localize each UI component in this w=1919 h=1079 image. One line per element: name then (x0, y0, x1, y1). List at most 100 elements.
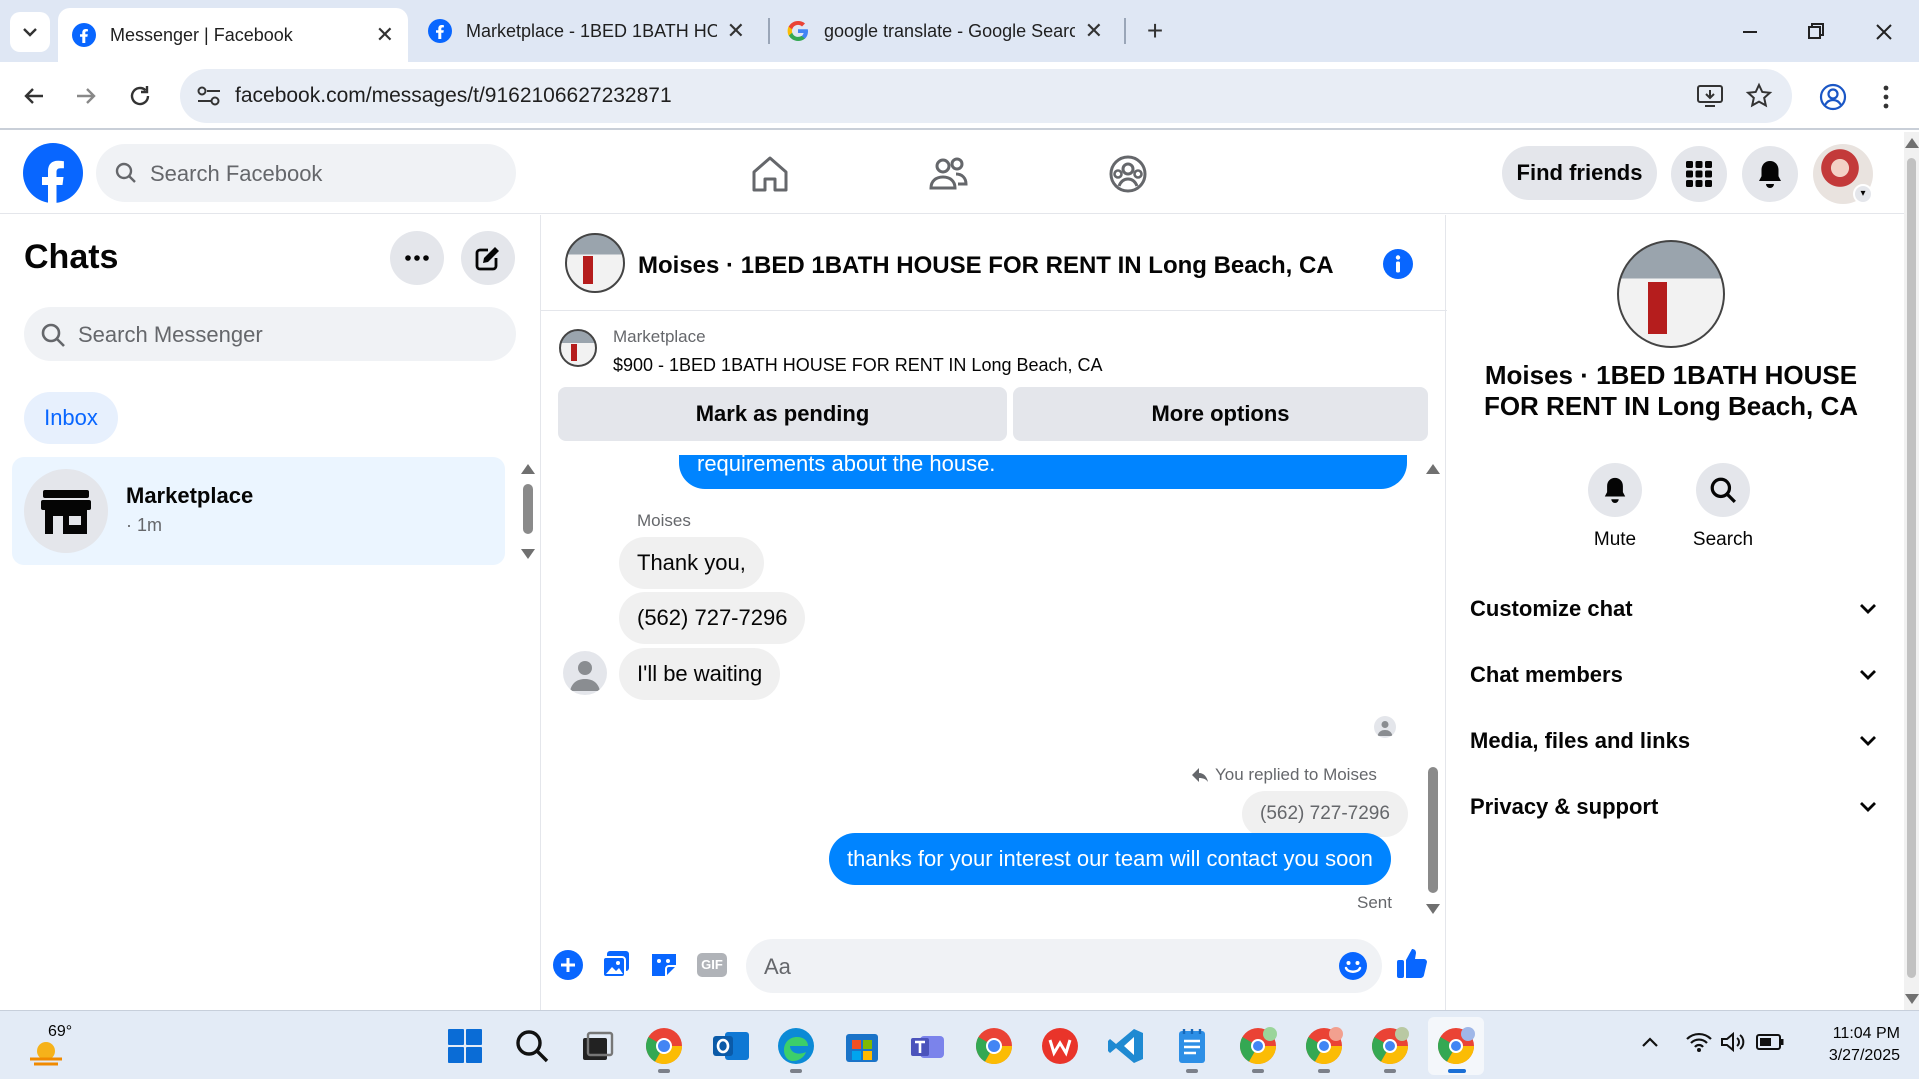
scroll-up-arrow[interactable] (521, 464, 535, 474)
tab-messenger[interactable]: Messenger | Facebook ✕ (58, 8, 408, 62)
inbox-filter-button[interactable]: Inbox (24, 392, 118, 444)
friends-icon[interactable] (926, 152, 970, 196)
emoji-icon[interactable] (1338, 951, 1368, 981)
info-icon[interactable] (1383, 249, 1413, 279)
chrome-profile-icon[interactable] (1304, 1026, 1344, 1066)
message-text: requirements about the house. (697, 455, 996, 476)
groups-icon[interactable] (1106, 152, 1150, 196)
mute-button[interactable] (1588, 463, 1642, 517)
wps-office-icon[interactable] (1040, 1026, 1080, 1066)
new-tab-button[interactable]: + (1138, 14, 1172, 48)
site-settings-icon[interactable] (196, 84, 222, 108)
media-files-links-section[interactable]: Media, files and links (1470, 716, 1878, 766)
taskbar-search-icon[interactable] (512, 1026, 552, 1066)
search-button[interactable] (1696, 463, 1750, 517)
listing-title[interactable]: $900 - 1BED 1BATH HOUSE FOR RENT IN Long… (613, 355, 1103, 376)
back-button[interactable] (14, 76, 54, 116)
close-icon[interactable]: ✕ (727, 18, 745, 44)
customize-chat-section[interactable]: Customize chat (1470, 584, 1878, 634)
incoming-message[interactable]: Thank you, (619, 537, 764, 589)
reload-button[interactable] (120, 76, 160, 116)
battery-icon[interactable] (1756, 1033, 1784, 1051)
outgoing-message[interactable]: thanks for your interest our team will c… (829, 833, 1391, 885)
listing-thumbnail[interactable] (559, 329, 597, 367)
chat-members-section[interactable]: Chat members (1470, 650, 1878, 700)
chevron-up-icon[interactable] (1640, 1035, 1660, 1049)
address-bar[interactable]: facebook.com/messages/t/9162106627232871 (180, 69, 1792, 123)
sender-avatar[interactable] (563, 651, 607, 695)
tab-marketplace[interactable]: Marketplace - 1BED 1BATH HO ✕ (414, 8, 759, 54)
wifi-icon[interactable] (1686, 1031, 1712, 1053)
facebook-search-input[interactable]: Search Facebook (96, 144, 516, 202)
page-scrollbar-thumb[interactable] (1907, 158, 1916, 978)
sticker-icon[interactable] (649, 949, 679, 979)
restore-button[interactable] (1798, 14, 1834, 50)
close-icon[interactable]: ✕ (376, 22, 394, 48)
profile-icon[interactable] (1818, 82, 1848, 112)
microsoft-store-icon[interactable] (842, 1026, 882, 1066)
message-input[interactable]: Aa (746, 939, 1382, 993)
plus-circle-icon[interactable] (553, 950, 583, 980)
notifications-button[interactable] (1742, 146, 1798, 202)
chrome-profile-icon[interactable] (1436, 1026, 1476, 1066)
conversation-avatar[interactable] (565, 233, 625, 293)
task-view-icon[interactable] (577, 1026, 617, 1066)
home-icon[interactable] (748, 152, 792, 196)
close-icon[interactable]: ✕ (1085, 18, 1103, 44)
messages-scrollbar-thumb[interactable] (1428, 767, 1438, 893)
profile-photo[interactable] (1617, 240, 1725, 348)
volume-icon[interactable] (1720, 1031, 1746, 1053)
teams-icon[interactable] (908, 1026, 948, 1066)
quoted-message[interactable]: (562) 727-7296 (1242, 791, 1408, 837)
chat-options-button[interactable] (390, 231, 444, 285)
edge-icon[interactable] (776, 1026, 816, 1066)
kebab-menu-icon[interactable] (1880, 82, 1892, 112)
chat-list-item[interactable]: Marketplace · 1m (12, 457, 505, 565)
tab-google-translate[interactable]: google translate - Google Searc ✕ (772, 8, 1117, 54)
privacy-support-section[interactable]: Privacy & support (1470, 782, 1878, 832)
scroll-up-arrow[interactable] (1905, 138, 1919, 148)
new-message-button[interactable] (461, 231, 515, 285)
page-scrollbar[interactable] (1904, 132, 1919, 1010)
install-app-icon[interactable] (1696, 83, 1724, 109)
photo-icon[interactable] (601, 949, 631, 979)
mute-action[interactable]: Mute (1575, 463, 1655, 551)
forward-button[interactable] (66, 76, 106, 116)
chat-list-scrollbar-thumb[interactable] (523, 484, 533, 534)
outgoing-message[interactable]: requirements about the house. (679, 455, 1407, 489)
scroll-down-arrow[interactable] (521, 549, 535, 559)
chrome-profile-icon[interactable] (1238, 1026, 1278, 1066)
clock[interactable]: 11:04 PM 3/27/2025 (1800, 1023, 1900, 1067)
minimize-button[interactable] (1732, 14, 1768, 50)
gif-icon[interactable]: GIF (697, 953, 727, 977)
incoming-message[interactable]: (562) 727-7296 (619, 592, 806, 644)
star-icon[interactable] (1745, 82, 1773, 110)
notepad-icon[interactable] (1172, 1026, 1212, 1066)
conversation-title[interactable]: Moises · 1BED 1BATH HOUSE FOR RENT IN Lo… (638, 252, 1334, 280)
chrome-profile-icon[interactable] (1370, 1026, 1410, 1066)
outlook-icon[interactable] (711, 1026, 751, 1066)
account-avatar[interactable]: ▾ (1813, 144, 1873, 204)
windows-start-icon[interactable] (445, 1026, 485, 1066)
scroll-down-arrow[interactable] (1426, 904, 1440, 914)
menu-button[interactable] (1671, 146, 1727, 202)
search-label: Search (1692, 529, 1754, 550)
incoming-message[interactable]: I'll be waiting (619, 648, 781, 700)
tab-title: google translate - Google Searc (824, 20, 1075, 41)
find-friends-button[interactable]: Find friends (1502, 146, 1657, 200)
scroll-up-arrow[interactable] (1426, 464, 1440, 474)
close-window-button[interactable] (1866, 14, 1902, 50)
chrome-icon[interactable] (644, 1026, 684, 1066)
chrome-icon[interactable] (974, 1026, 1014, 1066)
scroll-down-arrow[interactable] (1905, 994, 1919, 1004)
thumbs-up-icon[interactable] (1395, 946, 1429, 980)
weather-widget[interactable]: 69° (26, 1023, 86, 1069)
more-options-button[interactable]: More options (1013, 387, 1428, 441)
search-action[interactable]: Search (1683, 463, 1763, 551)
mark-as-pending-button[interactable]: Mark as pending (558, 387, 1007, 441)
facebook-logo[interactable] (23, 143, 83, 203)
reply-note: You replied to Moises (1191, 765, 1377, 785)
messenger-search-input[interactable]: Search Messenger (24, 307, 516, 361)
tab-search-dropdown[interactable] (10, 12, 50, 52)
vscode-icon[interactable] (1106, 1026, 1146, 1066)
